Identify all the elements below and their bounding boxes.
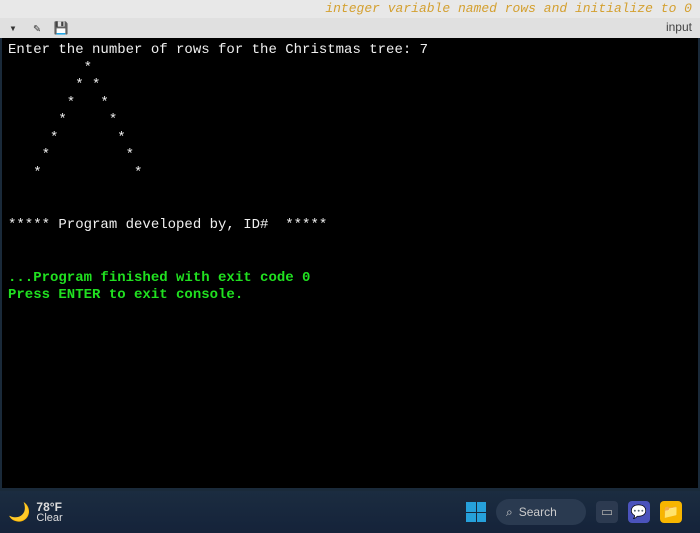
- moon-icon: 🌙: [8, 502, 30, 523]
- editor-comment-line: integer variable named rows and initiali…: [0, 0, 700, 18]
- tree-row: * *: [8, 130, 126, 146]
- tree-row: *: [8, 60, 92, 76]
- windows-taskbar: 🌙 78°F Clear ⌕ Search ▭ 💬 📁: [0, 491, 700, 533]
- edit-icon[interactable]: ✎: [30, 21, 44, 35]
- prompt-line: Enter the number of rows for the Christm…: [8, 42, 428, 58]
- search-icon: ⌕: [506, 505, 513, 520]
- input-tab-label[interactable]: input: [666, 20, 692, 34]
- chevron-down-icon[interactable]: ▾: [6, 21, 20, 35]
- weather-widget[interactable]: 🌙 78°F Clear: [8, 501, 63, 524]
- windows-start-icon[interactable]: [466, 502, 486, 522]
- file-explorer-icon[interactable]: 📁: [660, 501, 682, 523]
- chat-icon[interactable]: 💬: [628, 501, 650, 523]
- tree-row: * *: [8, 112, 117, 128]
- console-toolbar: ▾ ✎ 💾 input: [0, 18, 700, 38]
- tree-row: * *: [8, 95, 109, 111]
- tree-row: * *: [8, 77, 100, 93]
- signature-line: ***** Program developed by, ID# *****: [8, 217, 327, 233]
- console-output[interactable]: Enter the number of rows for the Christm…: [2, 38, 698, 488]
- task-view-icon[interactable]: ▭: [596, 501, 618, 523]
- tree-row: * *: [8, 147, 134, 163]
- taskbar-search[interactable]: ⌕ Search: [496, 499, 586, 525]
- weather-condition: Clear: [36, 513, 62, 524]
- search-label: Search: [519, 505, 557, 519]
- exit-code-line: ...Program finished with exit code 0: [8, 270, 310, 286]
- weather-temp: 78°F: [36, 501, 62, 513]
- save-icon[interactable]: 💾: [54, 21, 68, 35]
- press-enter-line: Press ENTER to exit console.: [8, 287, 243, 303]
- taskbar-center: ⌕ Search ▭ 💬 📁: [466, 499, 682, 525]
- tree-row: * *: [8, 165, 142, 181]
